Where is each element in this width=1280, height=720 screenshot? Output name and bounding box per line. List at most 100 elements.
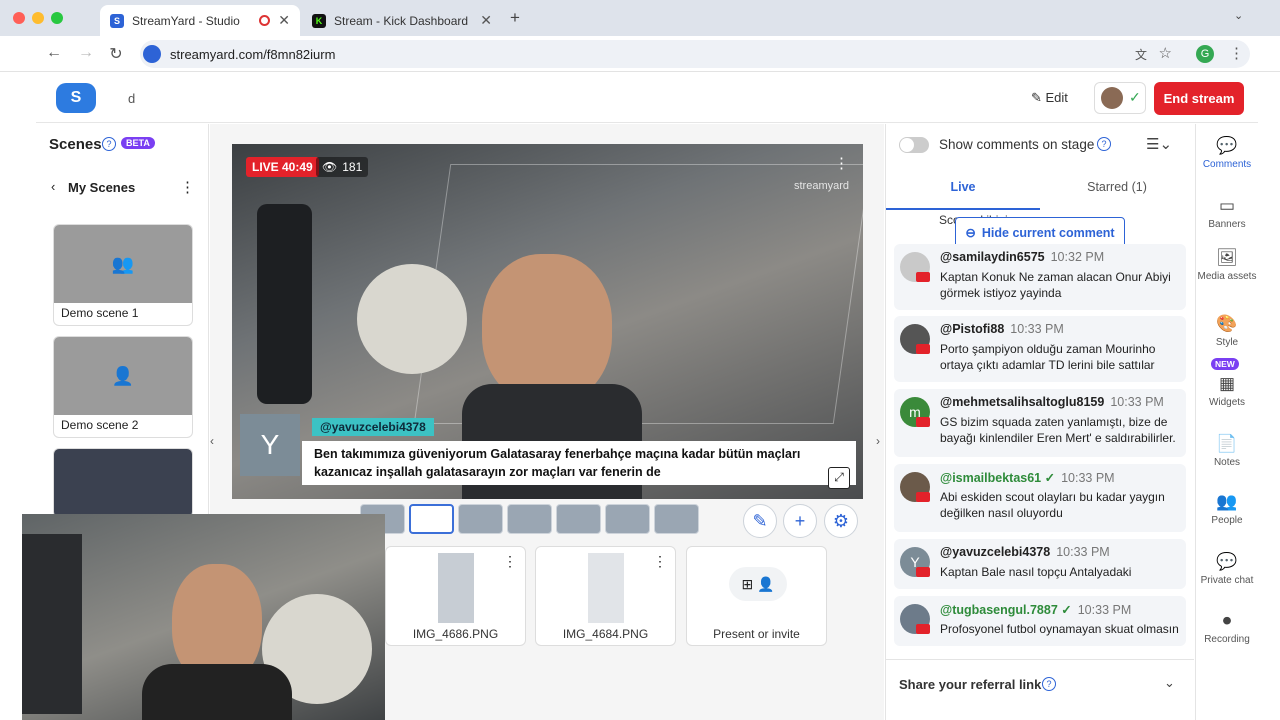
forward-arrow-icon[interactable]: →	[76, 44, 96, 62]
rail-item-private-chat[interactable]: 💬 Private chat	[1196, 552, 1258, 586]
comment-text: Porto şampiyon olduğu zaman Mourinho ort…	[940, 342, 1156, 372]
end-stream-button[interactable]: End stream	[1154, 82, 1244, 115]
tab-search-chevron-icon[interactable]: ⌄	[1234, 9, 1243, 22]
rail-item-media-assets[interactable]: 🖼 Media assets	[1196, 248, 1258, 282]
scenes-title: Scenes	[49, 136, 102, 153]
show-on-stage-label: Show comments on stage	[939, 137, 1095, 152]
layout-settings-gear-icon[interactable]: ⚙	[824, 504, 858, 538]
close-tab-icon[interactable]: ✕	[278, 12, 290, 29]
banner-handle: @yavuzcelebi4378	[312, 418, 434, 436]
collapse-right-icon[interactable]: ›	[876, 434, 880, 448]
url-text: streamyard.com/f8mn82iurm	[170, 46, 336, 62]
rail-item-recording[interactable]: ⏺ Recording	[1196, 611, 1258, 645]
site-info-icon[interactable]	[143, 45, 161, 63]
stage-canvas[interactable]: LIVE 40:49 👁 181 streamyard ⋮ Y @yavuzcel…	[232, 144, 863, 499]
new-tab-icon[interactable]: +	[510, 8, 520, 28]
maximize-window-icon[interactable]	[51, 12, 63, 24]
help-icon[interactable]: ?	[102, 137, 116, 151]
check-icon: ✓	[1129, 89, 1141, 105]
reload-icon[interactable]: ↻	[106, 44, 126, 64]
minus-circle-icon: ⊖	[965, 226, 976, 240]
notes-icon: 📄	[1216, 434, 1238, 453]
comment-item[interactable]: @ismailbektas61 ✓ 10:33 PM Abi eskiden sc…	[894, 464, 1186, 532]
hide-comment-label: Hide current comment	[981, 225, 1115, 240]
add-layout-icon[interactable]: +	[783, 504, 817, 538]
comment-user: @mehmetsalihsaltoglu8159 10:33 PM	[940, 395, 1164, 409]
eye-icon: 👁	[322, 160, 338, 174]
help-icon[interactable]: ?	[1097, 137, 1111, 151]
banner-text: Ben takımımıza güveniyorum Galatasaray f…	[302, 441, 856, 485]
translate-icon[interactable]: 文	[1135, 46, 1147, 63]
close-tab-icon[interactable]: ✕	[480, 12, 492, 29]
streamer-body	[142, 664, 292, 720]
scenes-menu-icon[interactable]: ⋮	[180, 178, 195, 196]
url-input[interactable]: streamyard.com/f8mn82iurm 文 ☆ G ⋮	[140, 40, 1250, 68]
verified-icon: ✓	[1041, 471, 1056, 485]
bookmark-star-icon[interactable]: ☆	[1159, 44, 1172, 62]
youtube-icon	[916, 417, 930, 427]
tab-label: Stream - Kick Dashboard	[334, 13, 469, 28]
stage-menu-icon[interactable]: ⋮	[834, 154, 849, 172]
studio-header: S d ✎ Edit ✓ End stream	[36, 73, 1258, 123]
punching-bag	[22, 534, 82, 714]
fullscreen-icon[interactable]: ⤢	[828, 467, 850, 489]
scene-card[interactable]: 👥 Demo scene 1	[53, 224, 193, 326]
tab-live[interactable]: Live	[886, 176, 1040, 210]
page-scrollbar[interactable]	[1258, 73, 1280, 720]
layout-pip-button[interactable]	[507, 504, 552, 534]
layout-screen-button[interactable]	[605, 504, 650, 534]
layout-group-button[interactable]	[409, 504, 454, 534]
help-icon[interactable]: ?	[1042, 677, 1056, 691]
my-scenes-label[interactable]: My Scenes	[68, 180, 135, 195]
rail-item-widgets[interactable]: ▦ Widgets	[1196, 374, 1258, 408]
media-asset-card[interactable]: ⋮ IMG_4684.PNG	[535, 546, 676, 646]
scene-card[interactable]: 👤 Demo scene 2	[53, 336, 193, 438]
right-rail: 💬 Comments ▭ Banners 🖼 Media assets 🎨 Style …	[1195, 124, 1257, 720]
layout-full-button[interactable]	[654, 504, 699, 534]
comment-item[interactable]: Y @yavuzcelebi4378 10:33 PM Kaptan Bale n…	[894, 539, 1186, 589]
filter-sliders-icon[interactable]: ☰⌄	[1146, 135, 1172, 153]
back-arrow-icon[interactable]: ←	[44, 44, 64, 62]
referral-section[interactable]: Share your referral link ? ⌄	[886, 659, 1194, 705]
banners-icon: ▭	[1218, 196, 1236, 215]
asset-label: IMG_4684.PNG	[562, 627, 649, 641]
rail-item-comments[interactable]: 💬 Comments	[1196, 136, 1258, 170]
present-or-invite-card[interactable]: ⊞ 👤 Present or invite	[686, 546, 827, 646]
comment-item[interactable]: @tugbasengul.7887 ✓ 10:33 PM Profosyonel …	[894, 596, 1186, 646]
layout-leader-button[interactable]	[458, 504, 503, 534]
comment-item[interactable]: m @mehmetsalihsaltoglu8159 10:33 PM GS bi…	[894, 389, 1186, 457]
comment-item[interactable]: @Pistofi88 10:33 PM Porto şampiyon olduğu…	[894, 316, 1186, 382]
comment-text: GS bizim squada zaten yanlamıştı, bize d…	[940, 415, 1176, 445]
rail-item-notes[interactable]: 📄 Notes	[1196, 434, 1258, 468]
browser-menu-icon[interactable]: ⋮	[1229, 44, 1244, 62]
layout-sidebar-button[interactable]	[556, 504, 601, 534]
rail-item-people[interactable]: 👥 People	[1196, 492, 1258, 526]
browser-tab-studio[interactable]: S StreamYard - Studio ✕	[100, 5, 300, 36]
asset-menu-icon[interactable]: ⋮	[653, 553, 667, 570]
chevron-down-icon[interactable]: ⌄	[1164, 675, 1175, 691]
show-on-stage-toggle[interactable]	[899, 137, 929, 153]
comment-item[interactable]: @samilaydin6575 10:32 PM Kaptan Konuk Ne …	[894, 244, 1186, 310]
edit-label: Edit	[1045, 90, 1068, 105]
minimize-window-icon[interactable]	[32, 12, 44, 24]
recording-icon: ⏺	[1222, 611, 1232, 630]
close-window-icon[interactable]	[13, 12, 25, 24]
asset-menu-icon[interactable]: ⋮	[503, 553, 517, 570]
tab-starred[interactable]: Starred (1)	[1040, 176, 1194, 210]
edit-button[interactable]: ✎ Edit	[1031, 90, 1068, 106]
media-asset-card[interactable]: ⋮ IMG_4686.PNG	[385, 546, 526, 646]
live-timer-badge: LIVE 40:49	[246, 157, 319, 177]
destinations-button[interactable]: ✓	[1094, 82, 1146, 114]
back-chevron-icon[interactable]: ‹	[51, 179, 55, 194]
rail-item-banners[interactable]: ▭ Banners	[1196, 196, 1258, 230]
collapse-left-icon[interactable]: ‹	[210, 434, 214, 448]
edit-layout-pencil-icon[interactable]: ✎	[743, 504, 777, 538]
beta-badge: BETA	[121, 137, 155, 149]
media-assets-icon: 🖼	[1216, 248, 1238, 267]
streamyard-logo[interactable]: S	[56, 83, 96, 113]
broadcast-title[interactable]: d	[128, 91, 135, 106]
scene-card[interactable]	[53, 448, 193, 518]
browser-tab-kick[interactable]: K Stream - Kick Dashboard ✕	[302, 5, 502, 36]
profile-avatar[interactable]: G	[1196, 45, 1214, 63]
rail-item-style[interactable]: 🎨 Style	[1196, 314, 1258, 348]
